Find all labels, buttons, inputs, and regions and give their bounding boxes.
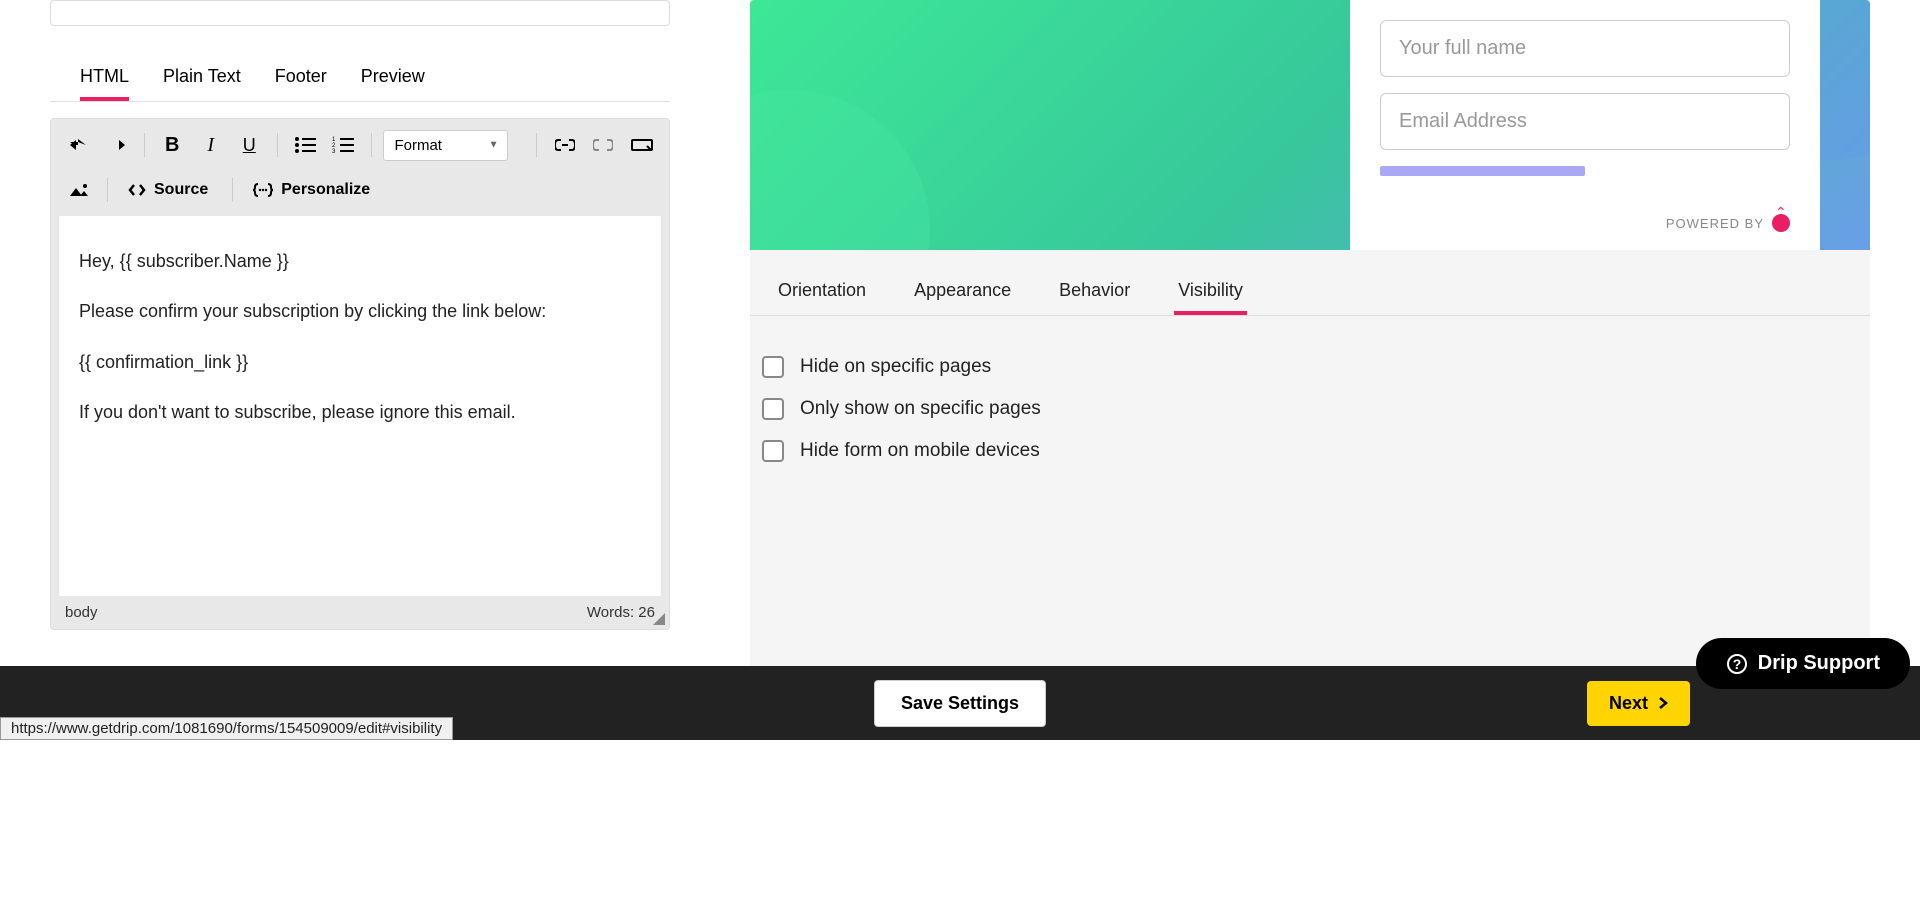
tab-behavior[interactable]: Behavior	[1055, 270, 1134, 315]
tab-appearance[interactable]: Appearance	[910, 270, 1015, 315]
unlink-button[interactable]	[588, 129, 619, 161]
personalize-label: Personalize	[281, 181, 370, 199]
link-button[interactable]	[549, 129, 580, 161]
hide-specific-pages-option[interactable]: Hide on specific pages	[762, 346, 1858, 388]
separator	[277, 133, 278, 157]
checkbox[interactable]	[762, 440, 784, 462]
visibility-options: Hide on specific pages Only show on spec…	[750, 316, 1870, 502]
editor-content-area[interactable]: Hey, {{ subscriber.Name }} Please confir…	[59, 216, 661, 596]
form-preview: Your full name Email Address POWERED BY	[750, 0, 1870, 250]
content-line: {{ confirmation_link }}	[79, 337, 641, 387]
tab-footer[interactable]: Footer	[275, 56, 327, 101]
form-settings-tabs: Orientation Appearance Behavior Visibili…	[750, 250, 1870, 316]
tab-preview[interactable]: Preview	[361, 56, 425, 101]
save-settings-button[interactable]: Save Settings	[874, 680, 1046, 727]
name-input-preview[interactable]: Your full name	[1380, 20, 1790, 77]
checkbox[interactable]	[762, 356, 784, 378]
next-button[interactable]: Next	[1587, 681, 1690, 726]
checkbox-label: Hide form on mobile devices	[800, 440, 1040, 462]
content-line: Hey, {{ subscriber.Name }}	[79, 236, 641, 286]
separator	[107, 178, 108, 202]
redo-button[interactable]	[102, 129, 133, 161]
italic-button[interactable]: I	[196, 129, 227, 161]
svg-text:3: 3	[332, 149, 336, 154]
tab-visibility[interactable]: Visibility	[1174, 270, 1247, 315]
drip-logo-icon	[1772, 214, 1790, 232]
format-dropdown[interactable]: Format	[383, 130, 508, 161]
drip-support-button[interactable]: ? Drip Support	[1696, 638, 1910, 689]
separator	[536, 133, 537, 157]
email-input-preview[interactable]: Email Address	[1380, 93, 1790, 150]
form-settings-panel: Your full name Email Address POWERED BY …	[750, 0, 1870, 670]
separator	[232, 178, 233, 202]
checkbox-label: Only show on specific pages	[800, 398, 1041, 420]
browser-status-bar: https://www.getdrip.com/1081690/forms/15…	[0, 717, 453, 740]
personalize-button[interactable]: Personalize	[245, 175, 378, 205]
only-show-specific-pages-option[interactable]: Only show on specific pages	[762, 388, 1858, 430]
underline-button[interactable]: U	[234, 129, 265, 161]
help-icon: ?	[1726, 653, 1748, 675]
separator	[371, 133, 372, 157]
source-button[interactable]: Source	[120, 175, 216, 205]
powered-by-label: POWERED BY	[1666, 214, 1790, 232]
editor-status-bar: body Words: 26	[51, 596, 669, 629]
tab-plain-text[interactable]: Plain Text	[163, 56, 241, 101]
form-preview-card: Your full name Email Address POWERED BY	[1350, 0, 1820, 250]
button-insert-button[interactable]	[626, 129, 657, 161]
editor-tabs: HTML Plain Text Footer Preview	[50, 56, 670, 102]
undo-button[interactable]	[63, 129, 94, 161]
editor-toolbar: B I U 123 Format	[51, 119, 669, 216]
tab-orientation[interactable]: Orientation	[774, 270, 870, 315]
image-button[interactable]	[63, 174, 95, 206]
separator	[144, 133, 145, 157]
chevron-right-icon	[1658, 696, 1668, 710]
checkbox[interactable]	[762, 398, 784, 420]
word-count: Words: 26	[587, 604, 655, 621]
numbered-list-button[interactable]: 123	[328, 129, 359, 161]
source-label: Source	[154, 181, 208, 199]
tab-html[interactable]: HTML	[80, 56, 129, 101]
content-line: Please confirm your subscription by clic…	[79, 286, 641, 336]
hide-mobile-option[interactable]: Hide form on mobile devices	[762, 430, 1858, 472]
checkbox-label: Hide on specific pages	[800, 356, 991, 378]
braces-icon	[253, 183, 273, 197]
bold-button[interactable]: B	[157, 129, 188, 161]
element-path[interactable]: body	[65, 604, 98, 621]
submit-button-preview[interactable]	[1380, 166, 1585, 176]
rich-text-editor: B I U 123 Format	[50, 118, 670, 630]
content-line: If you don't want to subscribe, please i…	[79, 387, 641, 437]
subject-input[interactable]	[50, 0, 670, 26]
svg-text:?: ?	[1733, 656, 1742, 672]
code-icon	[128, 183, 146, 197]
bullet-list-button[interactable]	[289, 129, 320, 161]
